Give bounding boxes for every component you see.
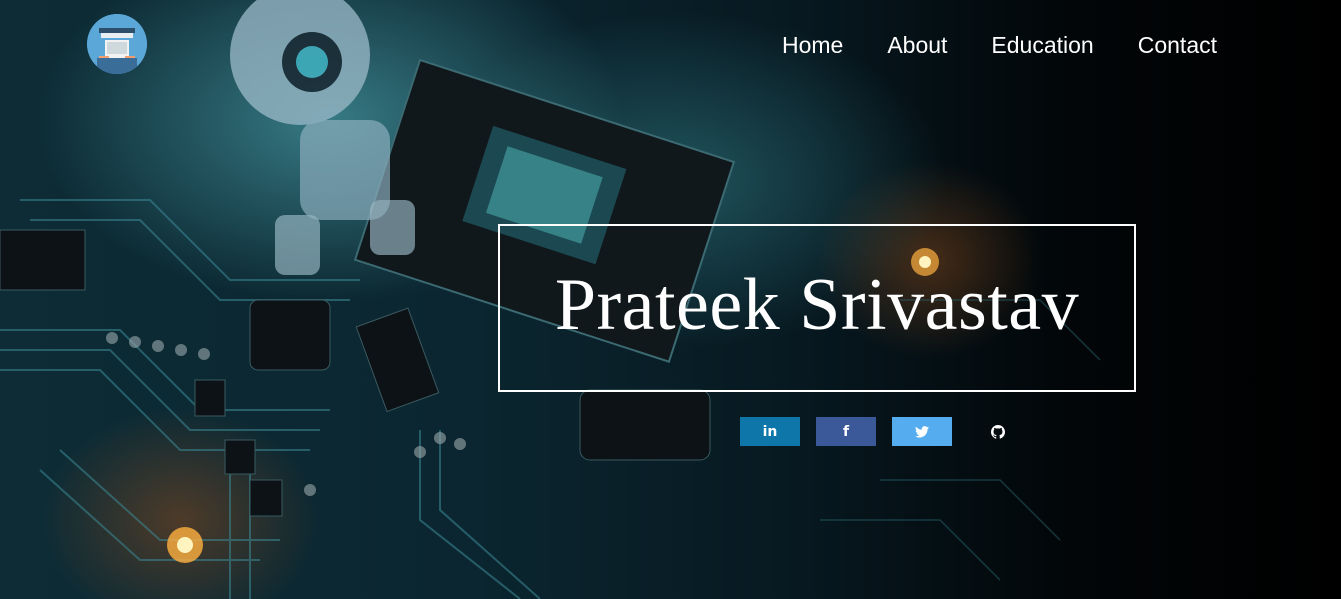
social-links: in f	[740, 417, 1044, 446]
nav-home-link[interactable]: Home	[782, 30, 843, 60]
hero-section: Home About Education Contact Prateek Sri…	[0, 0, 1341, 599]
twitter-icon	[915, 425, 929, 438]
facebook-icon: f	[842, 423, 850, 440]
linkedin-button[interactable]: in	[740, 417, 800, 446]
nav-education-link[interactable]: Education	[991, 30, 1093, 60]
facebook-button[interactable]: f	[816, 417, 876, 446]
name-frame: Prateek Srivastav	[498, 224, 1136, 392]
github-button[interactable]	[968, 417, 1028, 446]
nav-about-link[interactable]: About	[887, 30, 947, 60]
linkedin-icon: in	[762, 423, 778, 440]
site-logo[interactable]	[87, 14, 147, 74]
logo-icon	[87, 14, 147, 74]
github-icon	[991, 424, 1005, 439]
nav-contact-link[interactable]: Contact	[1138, 30, 1217, 60]
twitter-button[interactable]	[892, 417, 952, 446]
hero-name: Prateek Srivastav	[554, 263, 1080, 346]
main-nav: Home About Education Contact	[782, 30, 1217, 60]
